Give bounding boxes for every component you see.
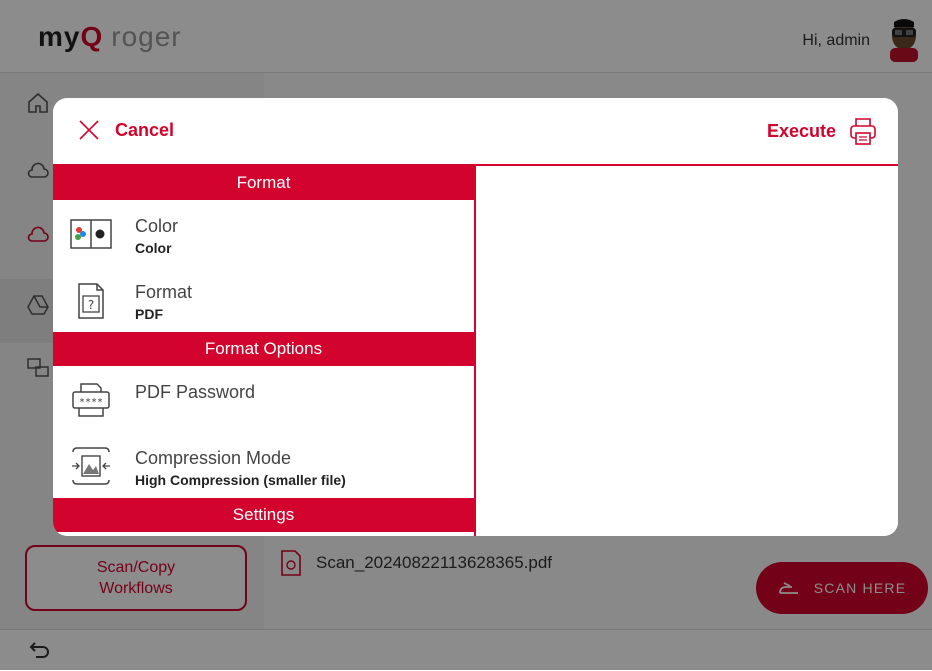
close-icon <box>79 120 99 140</box>
compression-icon <box>72 447 110 485</box>
option-value: High Compression (smaller file) <box>135 472 346 488</box>
file-format-icon: ? <box>78 283 104 319</box>
section-header-settings: Settings <box>53 498 474 532</box>
color-mode-icon <box>70 219 112 249</box>
option-pdf-password[interactable]: **** PDF Password <box>53 366 474 432</box>
svg-text:?: ? <box>88 298 94 312</box>
password-icon: **** <box>72 383 110 417</box>
option-color[interactable]: Color Color <box>53 200 474 266</box>
option-title: Format <box>135 282 193 302</box>
cancel-button[interactable]: Cancel <box>77 118 174 142</box>
printer-icon <box>850 118 876 145</box>
option-detail-pane <box>476 166 898 536</box>
dialog-header: Cancel Execute <box>53 98 898 166</box>
scan-settings-dialog: Cancel Execute Format Color Color ? Form… <box>53 98 898 536</box>
option-compression-mode[interactable]: Compression Mode High Compression (small… <box>53 432 474 498</box>
option-title: PDF Password <box>135 382 256 402</box>
section-header-format: Format <box>53 166 474 200</box>
svg-text:****: **** <box>79 397 103 408</box>
option-value: Color <box>135 240 172 256</box>
option-format[interactable]: ? Format PDF <box>53 266 474 332</box>
section-header-format-options: Format Options <box>53 332 474 366</box>
execute-button[interactable]: Execute <box>767 116 878 146</box>
option-value: PDF <box>135 306 163 322</box>
option-title: Compression Mode <box>135 448 292 468</box>
options-list: Format Color Color ? Format PDF Format O… <box>53 166 476 536</box>
option-title: Color <box>135 216 179 236</box>
